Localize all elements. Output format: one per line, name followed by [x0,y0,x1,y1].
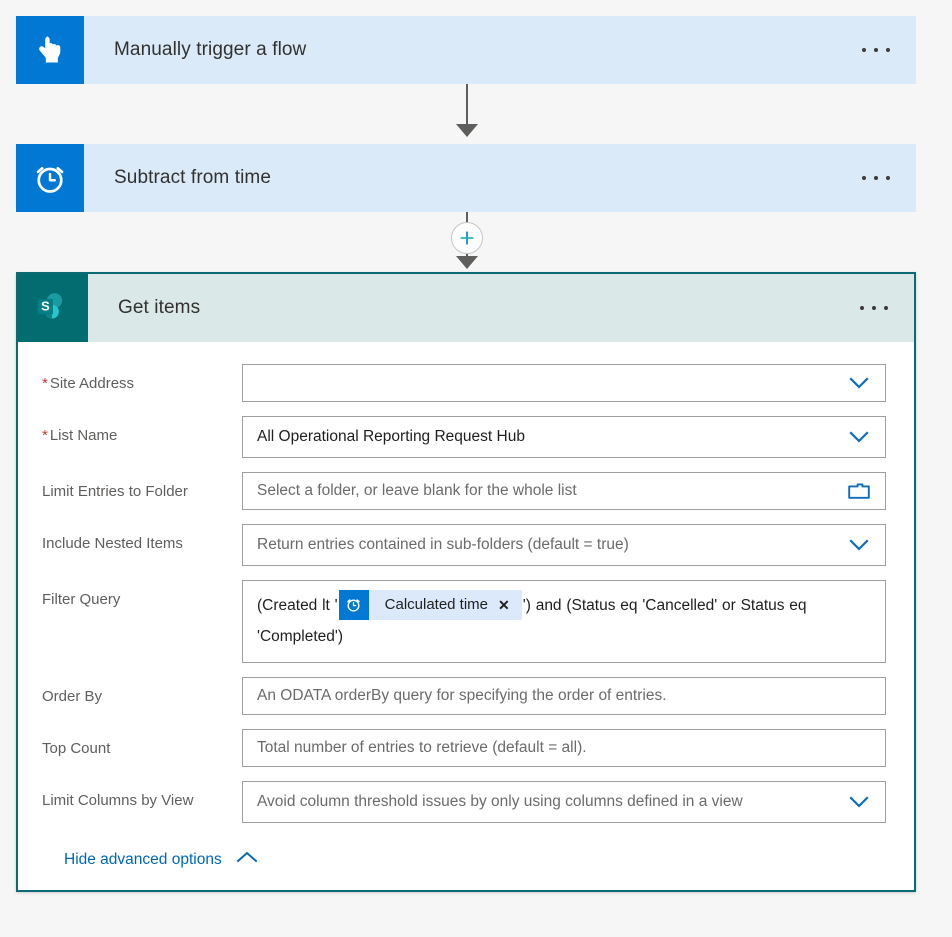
order-by-input[interactable]: An ODATA orderBy query for specifying th… [242,677,886,715]
form-row-limit-entries-to-folder: Limit Entries to Folder Select a folder,… [42,472,886,510]
include-nested-items-input[interactable]: Return entries contained in sub-folders … [242,524,886,566]
alarm-clock-icon [16,144,84,212]
required-asterisk: * [42,375,48,392]
form-row-order-by: Order By An ODATA orderBy query for spec… [42,677,886,715]
field-placeholder: Select a folder, or leave blank for the … [257,482,577,499]
field-placeholder: Total number of entries to retrieve (def… [257,739,587,756]
flow-node-title: Get items [118,297,201,318]
sharepoint-icon: S [18,274,88,342]
filter-query-text-before: (Created lt ' [257,597,338,614]
field-label: Limit Entries to Folder [42,483,188,500]
more-options-icon[interactable] [860,306,888,310]
insert-step-button[interactable] [451,222,483,254]
flow-designer-canvas: Manually trigger a flow Subtract from ti… [0,0,952,937]
chevron-up-icon [236,851,258,869]
flow-node-get-items[interactable]: S Get items * Site Address * List Name A… [16,272,916,892]
site-address-input[interactable] [242,364,886,402]
chevron-down-icon[interactable] [837,795,881,809]
more-options-icon[interactable] [862,176,890,180]
dynamic-content-token-calculated-time[interactable]: Calculated time ✕ [338,589,522,620]
form-row-site-address: * Site Address [42,364,886,402]
list-name-input[interactable]: All Operational Reporting Request Hub [242,416,886,458]
field-label: Limit Columns by View [42,792,194,809]
flow-node-title: Manually trigger a flow [114,39,307,60]
form-row-top-count: Top Count Total number of entries to ret… [42,729,886,767]
form-row-limit-columns-by-view: Limit Columns by View Avoid column thres… [42,781,886,823]
form-row-include-nested-items: Include Nested Items Return entries cont… [42,524,886,566]
field-label: * Site Address [42,375,135,392]
close-icon[interactable]: ✕ [498,598,522,612]
field-label: Top Count [42,740,111,757]
field-value: All Operational Reporting Request Hub [257,428,525,445]
flow-node-title: Subtract from time [114,167,272,188]
connector-arrow-2 [456,256,478,269]
form-row-filter-query: Filter Query (Created lt ' Calculated tim… [42,580,886,663]
required-asterisk: * [42,427,48,444]
flow-node-subtract-from-time[interactable]: Subtract from time [16,144,916,212]
field-placeholder: Return entries contained in sub-folders … [257,536,629,553]
tap-finger-icon [16,16,84,84]
connector-arrow-1 [456,124,478,137]
get-items-form: * Site Address * List Name All Operational… [18,342,914,869]
card-header[interactable]: Manually trigger a flow [16,16,916,84]
chevron-down-icon[interactable] [837,430,881,444]
flow-node-manually-trigger-a-flow[interactable]: Manually trigger a flow [16,16,916,84]
card-header[interactable]: S Get items [18,274,914,342]
chevron-down-icon[interactable] [837,376,881,390]
filter-query-input[interactable]: (Created lt ' Calculated time ✕ ') and (Sta… [242,580,886,663]
svg-text:S: S [41,298,50,313]
form-row-list-name: * List Name All Operational Reporting Req… [42,416,886,458]
more-options-icon[interactable] [862,48,890,52]
top-count-input[interactable]: Total number of entries to retrieve (def… [242,729,886,767]
field-placeholder: An ODATA orderBy query for specifying th… [257,687,667,704]
card-header[interactable]: Subtract from time [16,144,916,212]
field-label: Filter Query [42,591,121,608]
field-label: Order By [42,688,103,705]
chevron-down-icon[interactable] [837,538,881,552]
token-label: Calculated time [384,596,489,614]
alarm-clock-icon [338,589,369,620]
hide-advanced-options-label: Hide advanced options [64,851,222,868]
hide-advanced-options-button[interactable]: Hide advanced options [64,851,258,869]
folder-icon[interactable] [837,482,881,500]
connector-line-1 [466,84,468,128]
limit-columns-by-view-input[interactable]: Avoid column threshold issues by only us… [242,781,886,823]
limit-entries-to-folder-input[interactable]: Select a folder, or leave blank for the … [242,472,886,510]
field-label: Include Nested Items [42,535,183,552]
field-label: * List Name [42,427,118,444]
plus-icon [460,231,474,245]
field-placeholder: Avoid column threshold issues by only us… [257,793,743,810]
